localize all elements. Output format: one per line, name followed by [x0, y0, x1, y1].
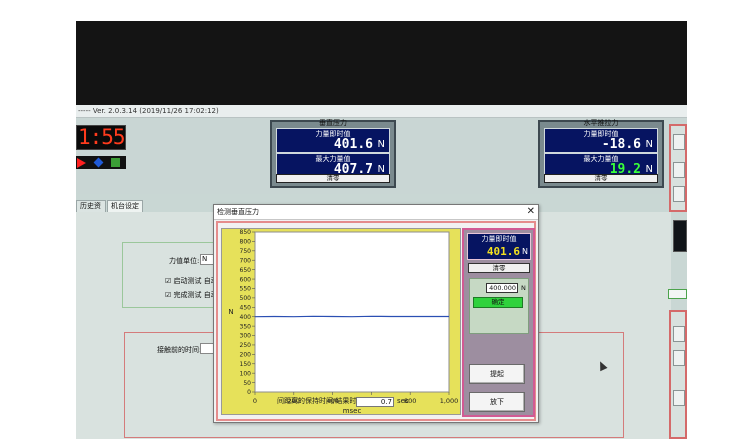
control-bar — [76, 156, 126, 169]
y-tick-label: 250 — [240, 342, 252, 349]
y-tick-label: 100 — [240, 370, 252, 377]
auto-finish-checkbox[interactable]: ☑ 完成测试 自动 — [165, 290, 218, 300]
y-tick-label: 600 — [240, 276, 252, 283]
setpoint-group: 400.000 N 确定 — [469, 278, 529, 334]
diamond-icon[interactable] — [93, 157, 104, 168]
contact-time-input[interactable] — [200, 343, 214, 354]
window-title: ----- Ver. 2.0.3.14 (2019/11/26 17:02:12… — [76, 105, 687, 118]
dialog-clear-button[interactable]: 清零 — [468, 263, 530, 273]
side-button[interactable] — [673, 390, 685, 406]
auto-start-checkbox[interactable]: ☑ 启动测试 自动 — [165, 276, 218, 286]
top-panel: 1:55 垂直压力 力量即时值 401.6 N 最大力量值 407.7 N 清零… — [76, 118, 687, 194]
side-button[interactable] — [673, 350, 685, 366]
play-icon[interactable] — [77, 158, 86, 168]
raise-button[interactable]: 提起 — [469, 364, 525, 384]
dialog-title: 检测垂直压力 — [217, 208, 259, 216]
x-tick-label: 0 — [253, 397, 257, 405]
y-tick-label: 50 — [243, 380, 251, 387]
timer-display: 1:55 — [76, 125, 126, 150]
stop-icon[interactable] — [111, 158, 120, 167]
y-tick-label: 550 — [240, 286, 252, 293]
side-display — [673, 220, 687, 252]
horizontal-gauge-title: 水平推拉力 — [583, 119, 619, 127]
y-tick-label: 300 — [240, 333, 252, 340]
y-tick-label: 450 — [240, 304, 252, 311]
dialog-instant-meter: 力量即时值 401.6 N — [467, 233, 531, 260]
y-tick-label: 0 — [247, 389, 251, 396]
contact-time-label: 接触前的时间: — [157, 346, 202, 354]
side-button[interactable] — [673, 162, 685, 178]
y-tick-label: 500 — [240, 295, 252, 302]
x-axis-label: msec — [343, 407, 362, 415]
control-panel: 力量即时值 401.6 N 清零 400.000 N 确定 提起 放下 — [462, 228, 535, 417]
setpoint-unit: N — [521, 284, 526, 292]
setpoint-input[interactable]: 400.000 — [486, 283, 518, 293]
force-chart: 0 50 100 150 200 250 300 350 400 450 500 550 600 650 7… — [228, 229, 459, 415]
vertical-gauge-title: 垂直压力 — [319, 119, 347, 127]
dialog-meter-unit: N — [522, 247, 528, 256]
y-tick-label: 750 — [240, 248, 252, 255]
plot-area — [254, 231, 450, 393]
side-indicator — [668, 289, 687, 299]
force-check-dialog: 检测垂直压力 ✕ 0 50 100 150 200 250 300 350 400 450 500 5… — [213, 204, 539, 423]
y-tick-label: 800 — [240, 239, 252, 246]
horizontal-instant-meter: 力量即时值 -18.6 N — [544, 128, 658, 153]
y-tick-label: 400 — [240, 314, 252, 321]
vertical-force-gauge: 垂直压力 力量即时值 401.6 N 最大力量值 407.7 N 清零 — [270, 119, 396, 188]
y-tick-label: 650 — [240, 267, 252, 274]
right-button-group-top — [669, 124, 687, 212]
dialog-meter-value: 401.6 — [486, 245, 520, 258]
horizontal-force-gauge: 水平推拉力 力量即时值 -18.6 N 最大力量值 19.2 N 清零 — [538, 119, 664, 188]
right-button-group-bottom — [669, 310, 687, 439]
side-button[interactable] — [673, 186, 685, 202]
force-unit-label: 力值单位: — [169, 257, 200, 265]
side-button[interactable] — [673, 134, 685, 150]
dialog-body: 0 50 100 150 200 250 300 350 400 450 500 550 600 650 7… — [216, 221, 536, 421]
horizontal-instant-unit: N — [645, 139, 653, 150]
close-icon[interactable]: ✕ — [527, 206, 535, 218]
tab-machine-settings[interactable]: 机台设定 — [107, 200, 143, 212]
dialog-meter-label: 力量即时值 — [481, 235, 517, 243]
x-tick-label: 1,000 — [440, 397, 459, 405]
force-unit-select[interactable]: N — [200, 254, 214, 265]
confirm-button[interactable]: 确定 — [473, 297, 523, 308]
y-tick-label: 700 — [240, 257, 252, 264]
y-tick-label: 150 — [240, 361, 252, 368]
lower-button[interactable]: 放下 — [469, 392, 525, 412]
vertical-instant-value: 401.6 — [333, 137, 373, 152]
hold-time-unit: sec — [397, 397, 409, 405]
horizontal-instant-value: -18.6 — [601, 137, 641, 152]
y-tick-label: 850 — [240, 229, 252, 236]
hold-time-label: 间距离的保持时间/结果时间: — [277, 397, 366, 405]
chart-frame: 0 50 100 150 200 250 300 350 400 450 500 550 600 650 7… — [221, 228, 461, 415]
tab-history[interactable]: 历史资料 — [76, 200, 106, 221]
horizontal-clear-button[interactable]: 清零 — [544, 174, 658, 183]
vertical-instant-unit: N — [377, 139, 385, 150]
hold-time-input[interactable]: 0.7 — [356, 397, 394, 407]
dialog-titlebar: 检测垂直压力 ✕ — [214, 205, 538, 220]
vertical-instant-meter: 力量即时值 401.6 N — [276, 128, 390, 153]
y-axis-label: N — [228, 308, 233, 316]
y-tick-label: 350 — [240, 323, 252, 330]
vertical-clear-button[interactable]: 清零 — [276, 174, 390, 183]
y-tick-label: 200 — [240, 352, 252, 359]
side-button[interactable] — [673, 326, 685, 342]
